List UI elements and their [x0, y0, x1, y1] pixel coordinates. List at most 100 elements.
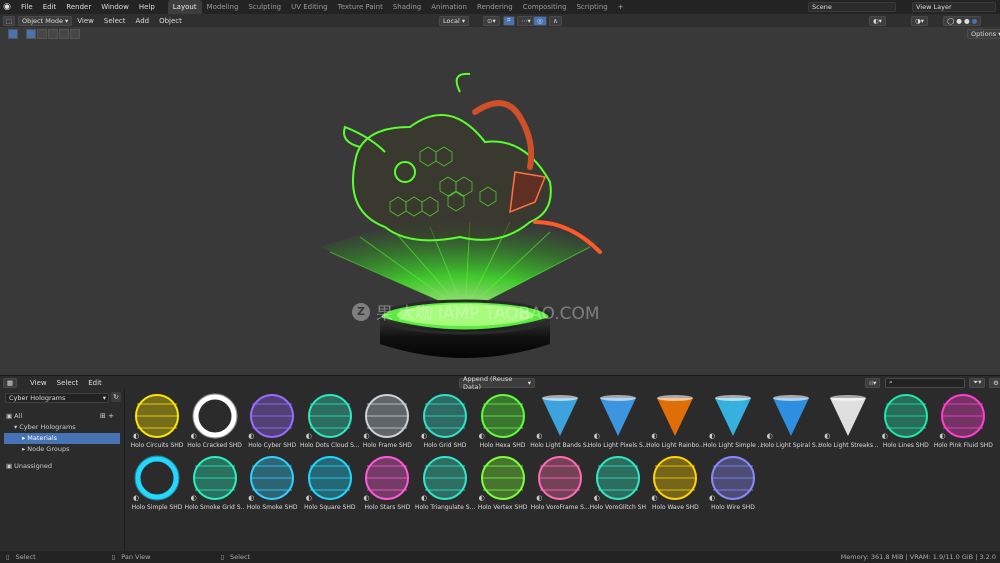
asset-tile[interactable]: ◐ Holo Light Spiral S...	[761, 392, 821, 452]
snap-icon[interactable]: ⌗	[503, 15, 515, 26]
select-mode-intersect-icon[interactable]	[70, 29, 80, 39]
tab-shading[interactable]: Shading	[388, 0, 426, 14]
menu-render[interactable]: Render	[61, 0, 96, 14]
menu-file[interactable]: File	[16, 0, 38, 14]
filter-icon[interactable]: ⏷▾	[969, 377, 986, 388]
settings-gear-icon[interactable]: ⚙	[989, 377, 1000, 388]
viewport-menu-object[interactable]: Object	[154, 17, 187, 25]
watermark-logo-icon: Z	[352, 302, 370, 321]
overlays-icon[interactable]: ◑▾	[911, 15, 928, 26]
viewport-menu-add[interactable]: Add	[131, 17, 155, 25]
asset-tile[interactable]: ◐ Holo Hexa SHD	[473, 392, 533, 452]
tab-scripting[interactable]: Scripting	[572, 0, 613, 14]
asset-name: Holo Stars SHD	[364, 504, 411, 511]
catalog-item-all[interactable]: ▣ All	[4, 411, 120, 422]
asset-menu-edit[interactable]: Edit	[83, 379, 107, 387]
asset-tile[interactable]: ◐ Holo Smoke Grid S...	[185, 454, 245, 514]
catalog-item-unassigned[interactable]: ▣ Unassigned	[4, 461, 120, 472]
asset-tile[interactable]: ◐ Holo Dots Cloud S...	[300, 392, 360, 452]
visibility-icon[interactable]: ◐▾	[869, 15, 886, 26]
status-left1: Select	[15, 553, 36, 561]
pivot-icon[interactable]: ⊙▾	[483, 15, 500, 26]
options-button[interactable]: Options ▾	[967, 29, 1000, 39]
asset-thumbnail: ◐	[133, 392, 181, 440]
viewport-menu-view[interactable]: View	[72, 17, 99, 25]
asset-name: Holo Circuits SHD	[130, 442, 184, 449]
scene-selector[interactable]: Scene	[808, 2, 896, 12]
catalog-item-cyber-holograms[interactable]: ▾ Cyber Holograms	[4, 422, 120, 433]
rendered-shading-icon[interactable]: ●	[972, 17, 978, 25]
tab-modeling[interactable]: Modeling	[202, 0, 244, 14]
viewport-menu-select[interactable]: Select	[99, 17, 131, 25]
asset-search-input[interactable]: ⌕	[885, 377, 965, 388]
select-tool-icon[interactable]	[8, 29, 18, 39]
asset-name: Holo Cracked SHD	[187, 442, 242, 449]
asset-tile[interactable]: ◐ Holo Cyber SHD	[242, 392, 302, 452]
select-mode-invert-icon[interactable]	[59, 29, 69, 39]
wireframe-shading-icon[interactable]: ◯	[947, 17, 954, 25]
select-mode-extend-icon[interactable]	[37, 29, 47, 39]
mode-selector[interactable]: Object Mode ▾	[18, 15, 73, 26]
editor-type-icon[interactable]: ⬚	[3, 15, 15, 26]
asset-tile[interactable]: ◐ Holo Frame SHD	[357, 392, 417, 452]
falloff-icon[interactable]: ∧	[549, 15, 562, 26]
asset-thumbnail: ◐	[651, 392, 699, 440]
add-workspace-button[interactable]: +	[613, 0, 629, 14]
asset-tile[interactable]: ◐ Holo Lines SHD	[876, 392, 936, 452]
asset-tile[interactable]: ◐ Holo Light Pixels S...	[588, 392, 648, 452]
asset-tile[interactable]: ◐ Holo Smoke SHD	[242, 454, 302, 514]
asset-tile[interactable]: ◐ Holo Grid SHD	[415, 392, 475, 452]
shading-modes[interactable]: ◯ ● ● ●	[943, 15, 982, 26]
tab-rendering[interactable]: Rendering	[472, 0, 518, 14]
asset-tile[interactable]: ◐ Holo Simple SHD	[127, 454, 187, 514]
tab-texture-paint[interactable]: Texture Paint	[333, 0, 388, 14]
asset-tile[interactable]: ◐ Holo Light Bands S...	[530, 392, 590, 452]
asset-tile[interactable]: ◐ Holo Wire SHD	[703, 454, 763, 514]
proportional-edit-icon[interactable]: ◎	[533, 15, 547, 26]
asset-tile[interactable]: ◐ Holo Square SHD	[300, 454, 360, 514]
tab-layout[interactable]: Layout	[167, 0, 202, 14]
asset-tile[interactable]: ◐ Holo Stars SHD	[357, 454, 417, 514]
asset-name: Holo Pink Fluid SHD	[933, 442, 993, 449]
solid-shading-icon[interactable]: ●	[956, 17, 962, 25]
menu-window[interactable]: Window	[96, 0, 134, 14]
display-mode-icon[interactable]: ⁞⁞▾	[865, 377, 881, 388]
tab-compositing[interactable]: Compositing	[518, 0, 572, 14]
select-mode-new-icon[interactable]	[26, 29, 36, 39]
asset-name: Holo Light Bands S...	[530, 442, 591, 449]
asset-tile[interactable]: ◐ Holo Cracked SHD	[185, 392, 245, 452]
material-shading-icon[interactable]: ●	[964, 17, 970, 25]
tab-animation[interactable]: Animation	[426, 0, 472, 14]
asset-tile[interactable]: ◐ Holo Wave SHD	[645, 454, 705, 514]
transform-orientation[interactable]: Local ▾	[439, 15, 470, 26]
asset-tile[interactable]: ◐ Holo Light Simple ...	[703, 392, 763, 452]
asset-tile[interactable]: ◐ Holo Circuits SHD	[127, 392, 187, 452]
asset-menu-view[interactable]: View	[25, 379, 52, 387]
asset-browser-editor-icon[interactable]: ▦	[3, 377, 17, 388]
asset-tile[interactable]: ◐ Holo VoroFrame S...	[530, 454, 590, 514]
material-type-icon: ◐	[651, 494, 658, 502]
library-selector[interactable]: Cyber Holograms ▾	[5, 393, 109, 403]
import-mode-selector[interactable]: Append (Reuse Data) ▾	[459, 375, 535, 391]
catalog-item-node-groups[interactable]: ▸ Node Groups	[4, 444, 120, 455]
asset-menu-select[interactable]: Select	[52, 379, 84, 387]
blender-logo-icon[interactable]: ◉	[0, 0, 14, 14]
asset-tile[interactable]: ◐ Holo Light Streaks ...	[818, 392, 878, 452]
catalog-item-materials[interactable]: ▸ Materials	[4, 433, 120, 444]
catalog-label: All	[14, 412, 23, 420]
asset-thumbnail: ◐	[882, 392, 930, 440]
select-mode-subtract-icon[interactable]	[48, 29, 58, 39]
asset-tile[interactable]: ◐ Holo VoroGlitch SH	[588, 454, 648, 514]
3d-viewport[interactable]: Z 果 大咖 IAMP TAOBAO.COM	[0, 27, 1000, 375]
tab-sculpting[interactable]: Sculpting	[243, 0, 286, 14]
asset-tile[interactable]: ◐ Holo Vertex SHD	[473, 454, 533, 514]
menu-help[interactable]: Help	[134, 0, 160, 14]
material-type-icon: ◐	[248, 494, 255, 502]
tab-uv-editing[interactable]: UV Editing	[286, 0, 333, 14]
view-layer-selector[interactable]: View Layer	[912, 2, 996, 12]
menu-edit[interactable]: Edit	[38, 0, 62, 14]
asset-tile[interactable]: ◐ Holo Triangulate S...	[415, 454, 475, 514]
refresh-library-icon[interactable]: ↻	[111, 392, 121, 402]
asset-tile[interactable]: ◐ Holo Light Rainbo...	[645, 392, 705, 452]
asset-tile[interactable]: ◐ Holo Pink Fluid SHD	[933, 392, 993, 452]
